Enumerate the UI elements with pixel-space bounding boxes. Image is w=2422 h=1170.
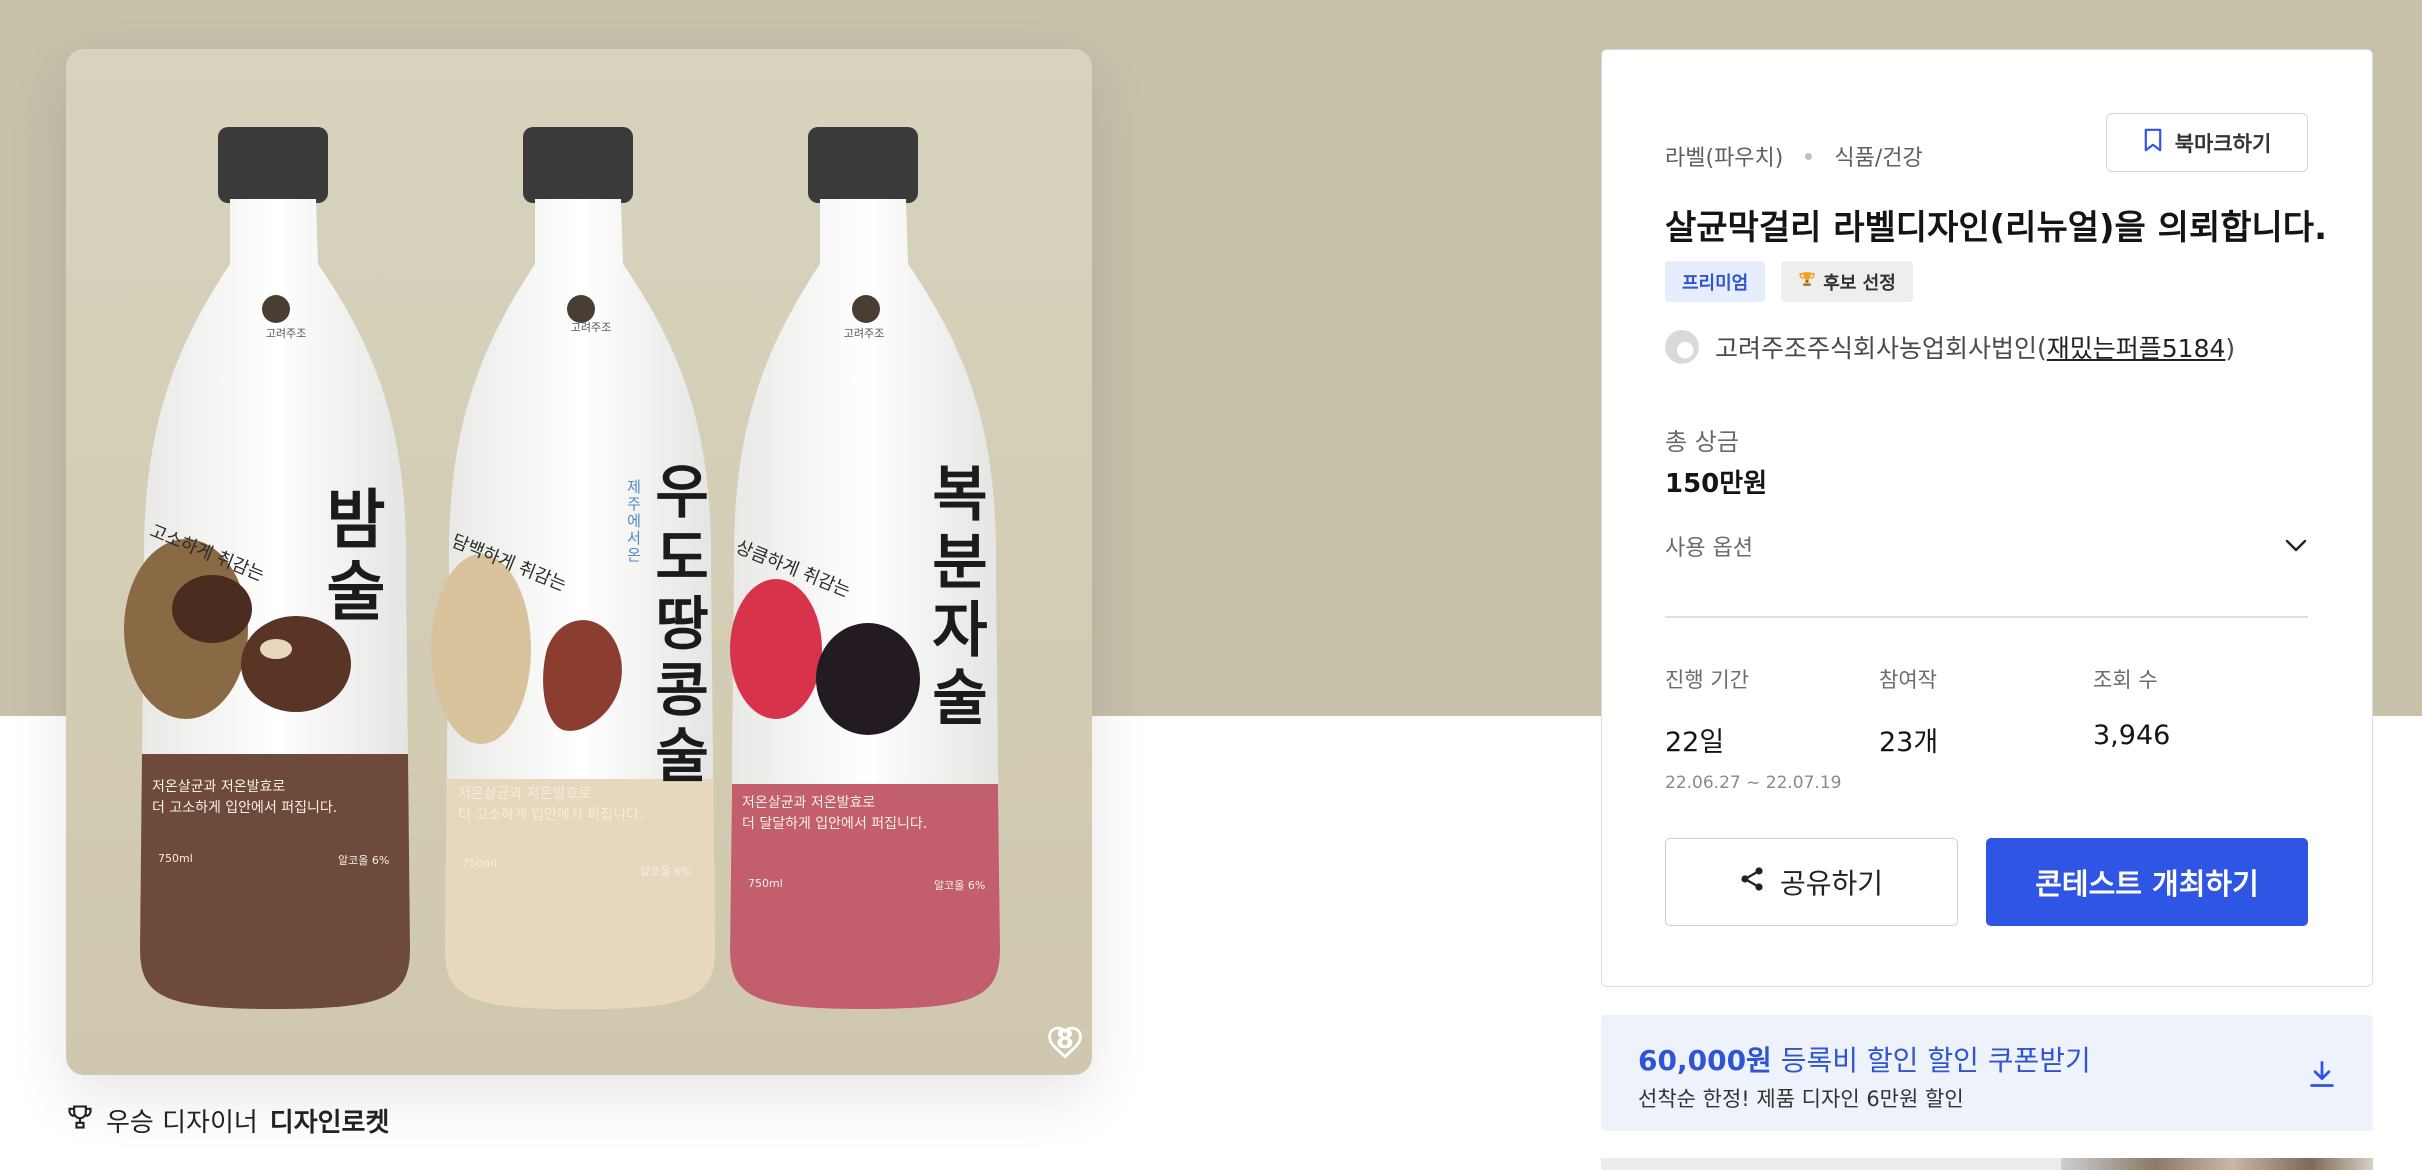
share-button[interactable]: 공유하기 [1665, 838, 1958, 926]
share-icon [1740, 866, 1764, 899]
breadcrumb: 라벨(파우치) 식품/건강 [1665, 140, 1923, 172]
client-company: 고려주조주식회사농업회사법인 [1715, 334, 2038, 363]
bookmark-button[interactable]: 북마크하기 [2106, 113, 2308, 172]
coupon-title-rest: 등록비 할인 할인 쿠폰받기 [1771, 1044, 2091, 1077]
bottle-abv: 알코올 6% [640, 865, 692, 878]
download-icon[interactable] [2308, 1059, 2336, 1093]
host-contest-label: 콘테스트 개최하기 [2035, 867, 2259, 901]
bottle-name: 밤술 [326, 483, 386, 630]
next-section-preview [1601, 1158, 2373, 1170]
bottle-description: 저온살균과 저온발효로 더 달달하게 입안에서 퍼집니다. [742, 795, 928, 832]
stat-participants: 참여작 23개 [1879, 664, 1938, 759]
views-value: 3,946 [2093, 720, 2171, 751]
bottle-volume: 750ml [158, 852, 193, 865]
candidate-badge-label: 후보 선정 [1823, 272, 1896, 294]
bookmark-label: 북마크하기 [2174, 131, 2272, 156]
coupon-amount: 60,000원 [1638, 1044, 1772, 1077]
winner-prefix: 우승 디자이너 [106, 1108, 258, 1138]
bottle-brand: 고려주조 [570, 321, 612, 334]
contest-info-card: 라벨(파우치) 식품/건강 북마크하기 살균막걸리 라벨디자인(리뉴얼)을 의뢰… [1601, 49, 2373, 987]
trophy-icon [66, 1103, 94, 1138]
period-dates: 22.06.27 ~ 22.07.19 [1665, 773, 1842, 793]
separator-dot [1805, 152, 1813, 160]
host-contest-button[interactable]: 콘테스트 개최하기 [1986, 838, 2308, 926]
category-primary[interactable]: 라벨(파우치) [1665, 140, 1783, 172]
bottle-origin: 제주에서 온 [627, 478, 641, 564]
client-nickname-link[interactable]: 재밌는퍼플5184 [2047, 334, 2226, 363]
winner-designer: 우승 디자이너 디자인로켓 [66, 1102, 389, 1139]
coupon-title: 60,000원 등록비 할인 할인 쿠폰받기 [1638, 1039, 2091, 1079]
share-label: 공유하기 [1779, 867, 1884, 900]
bottle-name: 복분자술 [932, 460, 988, 734]
client-paren-close: ) [2225, 334, 2236, 363]
coupon-subtitle: 선착순 한정! 제품 디자인 6만원 할인 [1638, 1087, 1964, 1111]
bottle-brand: 고려주조 [843, 327, 885, 340]
stat-period: 진행 기간 22일 22.06.27 ~ 22.07.19 [1665, 664, 1841, 793]
divider [1665, 616, 2308, 618]
participants-value: 23개 [1879, 727, 1939, 758]
badge-row: 프리미엄 후보 선정 [1665, 261, 1913, 302]
bottle-description: 저온살균과 저온발효로 더 고소하게 입안에서 퍼집니다. [458, 786, 644, 823]
options-dropdown[interactable]: 사용 옵션 [1665, 526, 2308, 566]
product-image[interactable]: 고려주조 밤술 고소하게 취감는 저온살균과 저온발효로 더 고소하게 입안에서… [66, 49, 1092, 1075]
client-info: 고려주조주식회사농업회사법인(재밌는퍼플5184) [1665, 329, 2235, 365]
bottle-abv: 알코올 6% [338, 854, 390, 867]
bottle-brand: 고려주조 [265, 327, 307, 340]
period-label: 진행 기간 [1665, 668, 1749, 692]
winner-name[interactable]: 디자인로켓 [270, 1102, 390, 1139]
category-secondary[interactable]: 식품/건강 [1834, 140, 1922, 172]
views-label: 조회 수 [2093, 668, 2158, 692]
prize-value: 150만원 [1665, 469, 1768, 499]
page-title: 살균막걸리 라벨디자인(리뉴얼)을 의뢰합니다. [1665, 208, 2327, 248]
bookmark-icon [2143, 128, 2163, 157]
bottle-description: 저온살균과 저온발효로 더 고소하게 입안에서 퍼집니다. [152, 779, 338, 816]
bottle-volume: 750ml [748, 877, 783, 890]
bottle-name: 우도땅콩술 [655, 458, 709, 790]
coupon-banner[interactable]: 60,000원 등록비 할인 할인 쿠폰받기 선착순 한정! 제품 디자인 6만… [1601, 1015, 2373, 1131]
client-paren-open: ( [2037, 334, 2047, 363]
stat-views: 조회 수 3,946 [2093, 664, 2170, 751]
bottle-abv: 알코올 6% [934, 879, 986, 892]
like-button[interactable]: 8 [1046, 1025, 1082, 1059]
bottle-volume: 750ml [462, 857, 497, 870]
period-value: 22일 [1665, 727, 1725, 758]
options-label: 사용 옵션 [1665, 536, 1753, 561]
candidate-badge: 후보 선정 [1781, 261, 1913, 302]
preview-thumbnail [2061, 1158, 2373, 1170]
avatar [1665, 330, 1699, 364]
participants-label: 참여작 [1879, 668, 1937, 692]
chevron-down-icon [2284, 534, 2308, 559]
premium-badge: 프리미엄 [1665, 261, 1766, 302]
prize-label: 총 상금 [1665, 428, 1739, 456]
trophy-icon [1798, 270, 1816, 293]
premium-badge-label: 프리미엄 [1682, 272, 1749, 294]
